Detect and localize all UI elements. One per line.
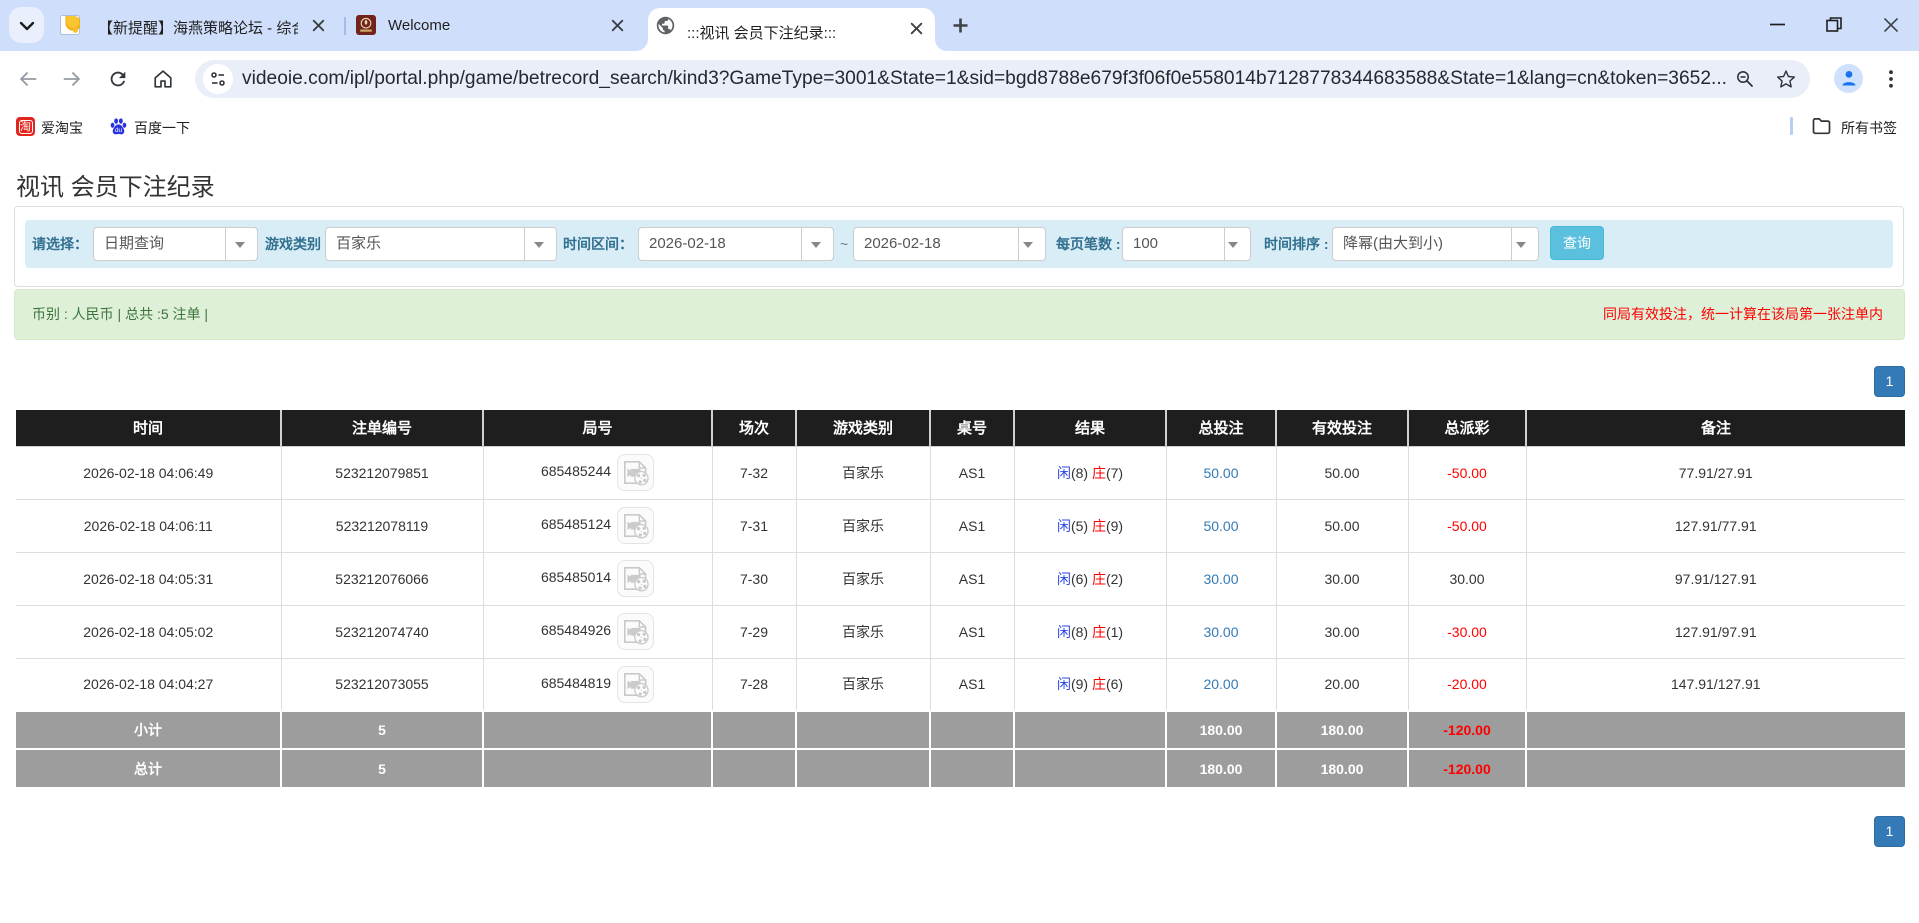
svg-text:du: du xyxy=(115,127,123,134)
